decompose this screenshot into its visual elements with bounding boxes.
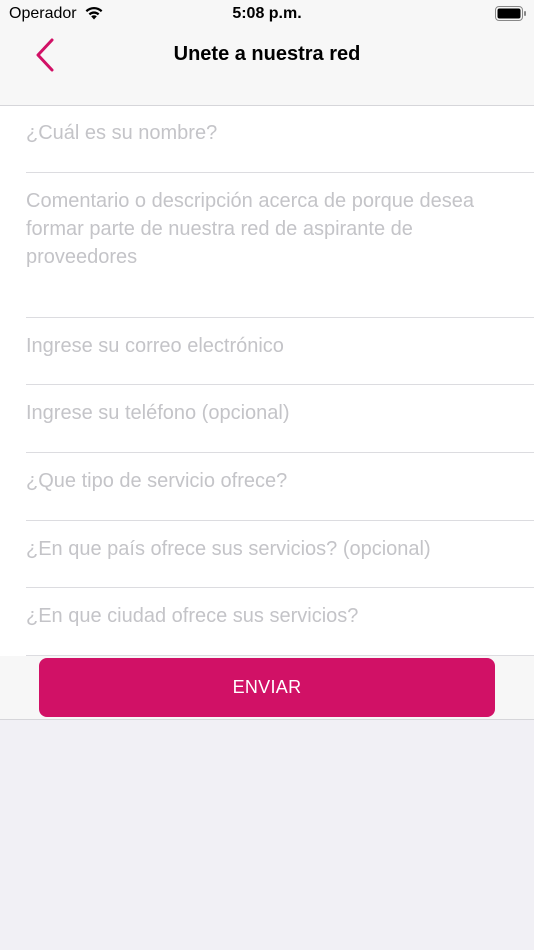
navigation-bar: Unete a nuestra red	[0, 28, 534, 106]
country-field[interactable]: ¿En que país ofrece sus servicios? (opci…	[26, 521, 534, 588]
service-type-placeholder: ¿Que tipo de servicio ofrece?	[26, 470, 288, 492]
service-type-field[interactable]: ¿Que tipo de servicio ofrece?	[26, 453, 534, 521]
country-placeholder: ¿En que país ofrece sus servicios? (opci…	[26, 538, 431, 560]
name-placeholder: ¿Cuál es su nombre?	[26, 122, 218, 144]
phone-field[interactable]: Ingrese su teléfono (opcional)	[26, 385, 534, 453]
email-placeholder: Ingrese su correo electrónico	[26, 335, 284, 357]
comment-field[interactable]: Comentario o descripción acerca de porqu…	[26, 173, 534, 318]
city-field[interactable]: ¿En que ciudad ofrece sus servicios?	[26, 588, 534, 656]
comment-placeholder: Comentario o descripción acerca de porqu…	[26, 190, 475, 268]
battery-icon	[495, 6, 526, 21]
email-field[interactable]: Ingrese su correo electrónico	[26, 318, 534, 385]
city-placeholder: ¿En que ciudad ofrece sus servicios?	[26, 605, 359, 627]
signup-form: ¿Cuál es su nombre? Comentario o descrip…	[0, 106, 534, 656]
status-time: 5:08 p.m.	[232, 5, 302, 22]
phone-placeholder: Ingrese su teléfono (opcional)	[26, 402, 290, 424]
status-bar: Operador 5:08 p.m.	[0, 0, 534, 28]
send-button[interactable]: ENVIAR	[39, 658, 495, 717]
submit-area: ENVIAR	[0, 656, 534, 720]
name-field[interactable]: ¿Cuál es su nombre?	[26, 106, 534, 173]
page-title: Unete a nuestra red	[173, 43, 361, 65]
